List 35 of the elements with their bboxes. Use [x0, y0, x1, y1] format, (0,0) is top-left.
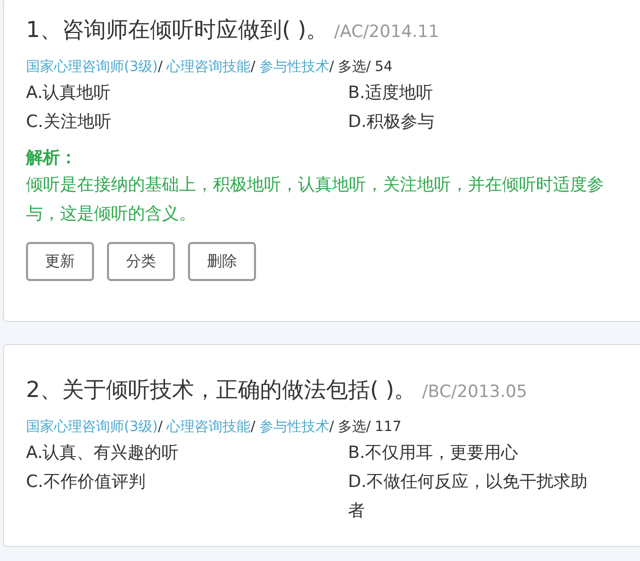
question-count: 54 — [374, 58, 393, 77]
question-source: /BC/2013.05 — [422, 381, 528, 404]
category-link[interactable]: 国家心理咨询师(3级) — [26, 417, 158, 437]
path-separator: / — [250, 418, 256, 437]
question-type: 多选 — [338, 58, 366, 77]
analysis-text: 倾听是在接纳的基础上，积极地听，认真地听，关注地听，并在倾听时适度参与，这是倾听的含义。 — [26, 174, 605, 226]
path-separator: / — [158, 418, 163, 437]
path-separator: / — [329, 58, 334, 77]
question-title: 1、咨询师在倾听时应做到( )。 — [26, 17, 328, 45]
question-source: /AC/2014.11 — [334, 21, 440, 44]
category-link[interactable]: 国家心理咨询师(3级) — [26, 57, 158, 77]
answer-option: A.认真地听 — [26, 79, 348, 108]
answer-option: D.积极参与 — [348, 108, 598, 137]
answer-option: C.不作价值评判 — [26, 468, 348, 526]
action-button[interactable]: 分类 — [107, 242, 175, 281]
analysis-label: 解析： — [26, 147, 78, 170]
question-title: 2、关于倾听技术，正确的做法包括( )。 — [26, 377, 416, 405]
answer-option: D.不做任何反应，以免干扰求助者 — [348, 468, 598, 526]
path-separator: / — [366, 58, 371, 77]
answer-option: B.不仅用耳，更要用心 — [348, 439, 598, 468]
path-separator: / — [250, 58, 256, 77]
category-link[interactable]: 参与性技术 — [259, 57, 330, 77]
path-separator: / — [366, 418, 371, 437]
category-link[interactable]: 心理咨询技能 — [166, 57, 251, 77]
category-link[interactable]: 心理咨询技能 — [166, 417, 251, 437]
question-count: 117 — [374, 418, 402, 437]
answer-option: A.认真、有兴趣的听 — [26, 439, 348, 468]
answer-option: C.关注地听 — [26, 108, 348, 137]
answer-option: B.适度地听 — [348, 79, 598, 108]
action-button[interactable]: 删除 — [188, 242, 256, 281]
category-link[interactable]: 参与性技术 — [259, 417, 330, 437]
path-separator: / — [158, 58, 163, 77]
action-button[interactable]: 更新 — [26, 242, 94, 281]
path-separator: / — [329, 418, 334, 437]
question-type: 多选 — [338, 418, 366, 437]
